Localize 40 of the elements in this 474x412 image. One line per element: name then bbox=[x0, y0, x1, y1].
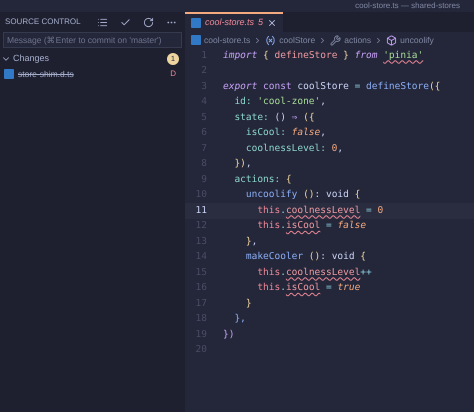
code-line: this.isCool = false bbox=[256, 219, 366, 234]
code-line: state: () ⇒ ({ bbox=[233, 110, 315, 125]
commit-message-field[interactable]: Message (⌘Enter to commit on 'master') bbox=[3, 32, 182, 48]
file-status: D bbox=[170, 68, 176, 80]
code-line: }), bbox=[233, 157, 252, 172]
problem-count: 5 bbox=[258, 16, 264, 30]
code-line: actions: { bbox=[233, 172, 292, 187]
wrench-icon bbox=[330, 34, 342, 46]
panel-title: SOURCE CONTROL bbox=[5, 16, 82, 28]
code-line: this.isCool = true bbox=[256, 281, 360, 296]
window-title: cool-store.ts — shared-stores bbox=[355, 0, 460, 12]
typescript-file-icon bbox=[4, 69, 14, 79]
line-number: 11 bbox=[194, 204, 208, 218]
code-line: }, bbox=[233, 312, 246, 326]
code-line: coolnessLevel: 0, bbox=[244, 142, 344, 156]
editor-tab[interactable]: cool-store.ts 5 bbox=[185, 12, 284, 32]
breadcrumb-item[interactable]: uncoolify bbox=[400, 34, 434, 46]
code-line: export const coolStore = defineStore({ bbox=[222, 80, 440, 94]
code-line: import { defineStore } from 'pinia' bbox=[222, 48, 424, 63]
breadcrumb-item[interactable]: cool-store.ts bbox=[204, 34, 250, 46]
code-line: this.coolnessLevel++ bbox=[256, 266, 372, 280]
code-line: id: 'cool-zone', bbox=[233, 95, 326, 110]
close-icon[interactable] bbox=[267, 18, 278, 28]
tab-label: cool-store.ts bbox=[205, 16, 254, 30]
code-line: uncoolify (): void { bbox=[244, 188, 360, 202]
code-line: }, bbox=[244, 234, 258, 249]
refresh-icon[interactable] bbox=[143, 16, 154, 28]
commit-check-icon[interactable] bbox=[120, 16, 131, 28]
code-line: makeCooler (): void { bbox=[244, 250, 366, 264]
cube-icon bbox=[386, 34, 398, 46]
code-line: this.coolnessLevel = 0 bbox=[256, 204, 384, 218]
code-line: isCool: false, bbox=[244, 126, 326, 140]
code-line: } bbox=[244, 296, 252, 311]
code-line: }) bbox=[222, 328, 234, 342]
list-icon[interactable] bbox=[97, 16, 108, 28]
variable-icon bbox=[265, 34, 276, 46]
changes-header[interactable]: Changes bbox=[13, 52, 167, 66]
breadcrumb-item[interactable]: coolStore bbox=[279, 34, 316, 46]
changed-file-name[interactable]: store-shim.d.ts bbox=[18, 68, 166, 80]
breadcrumb-item[interactable]: actions bbox=[344, 34, 372, 46]
